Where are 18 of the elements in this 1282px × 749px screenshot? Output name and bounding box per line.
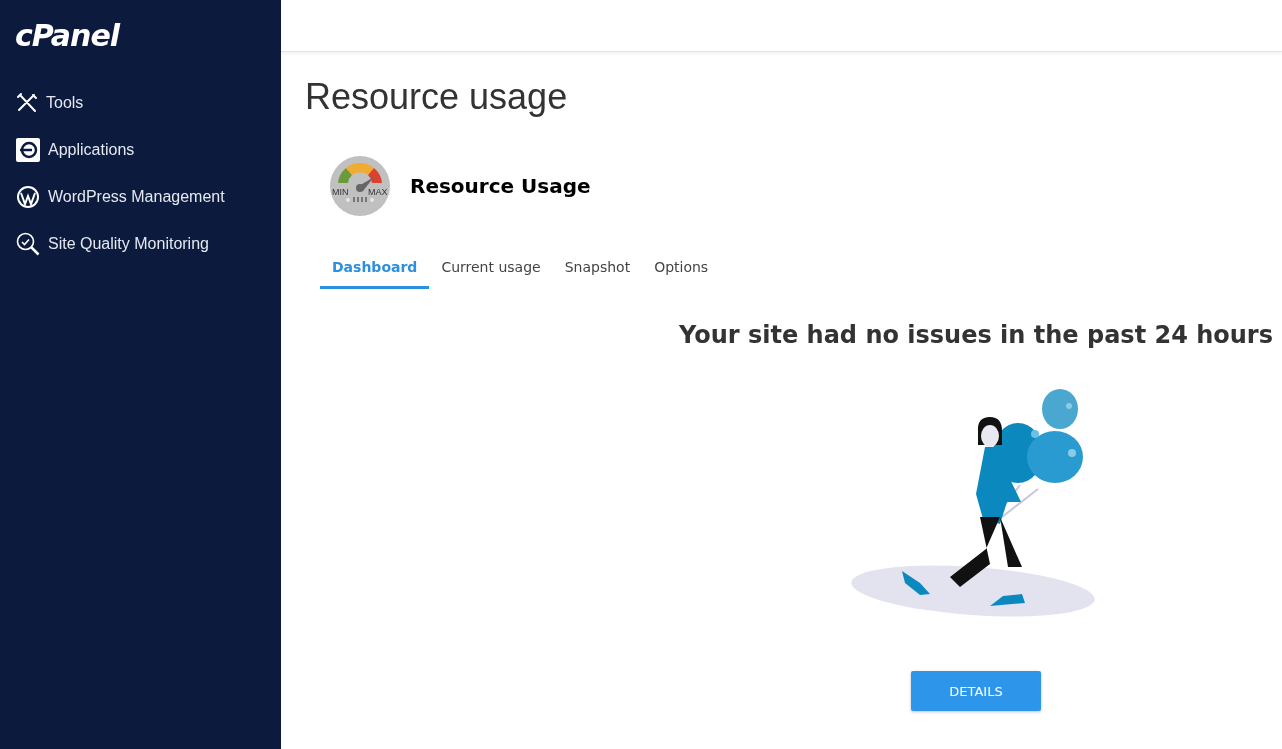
tab[interactable]: Options xyxy=(642,249,721,289)
app-title: Resource Usage xyxy=(410,174,591,198)
wordpress-icon xyxy=(16,184,40,209)
page-title: Resource usage xyxy=(305,76,568,118)
magnifier-check-icon xyxy=(16,231,40,256)
applications-icon xyxy=(16,137,40,162)
tools-icon xyxy=(16,91,38,114)
gauge-icon xyxy=(330,156,390,216)
tab[interactable]: Snapshot xyxy=(552,249,643,289)
status-message: Your site had no issues in the past 24 hours xyxy=(679,321,1273,349)
sidebar-item[interactable]: Tools xyxy=(46,93,84,112)
cpanel-logo[interactable]: cPanel xyxy=(15,18,120,53)
sidebar-item[interactable]: WordPress Management xyxy=(48,187,225,206)
sidebar-item[interactable]: Applications xyxy=(48,140,135,159)
gauge-label: MIN xyxy=(332,187,349,197)
gauge-label: MAX xyxy=(368,187,388,197)
sidebar-item[interactable]: Site Quality Monitoring xyxy=(48,234,209,253)
tab[interactable]: Current usage xyxy=(429,249,553,289)
